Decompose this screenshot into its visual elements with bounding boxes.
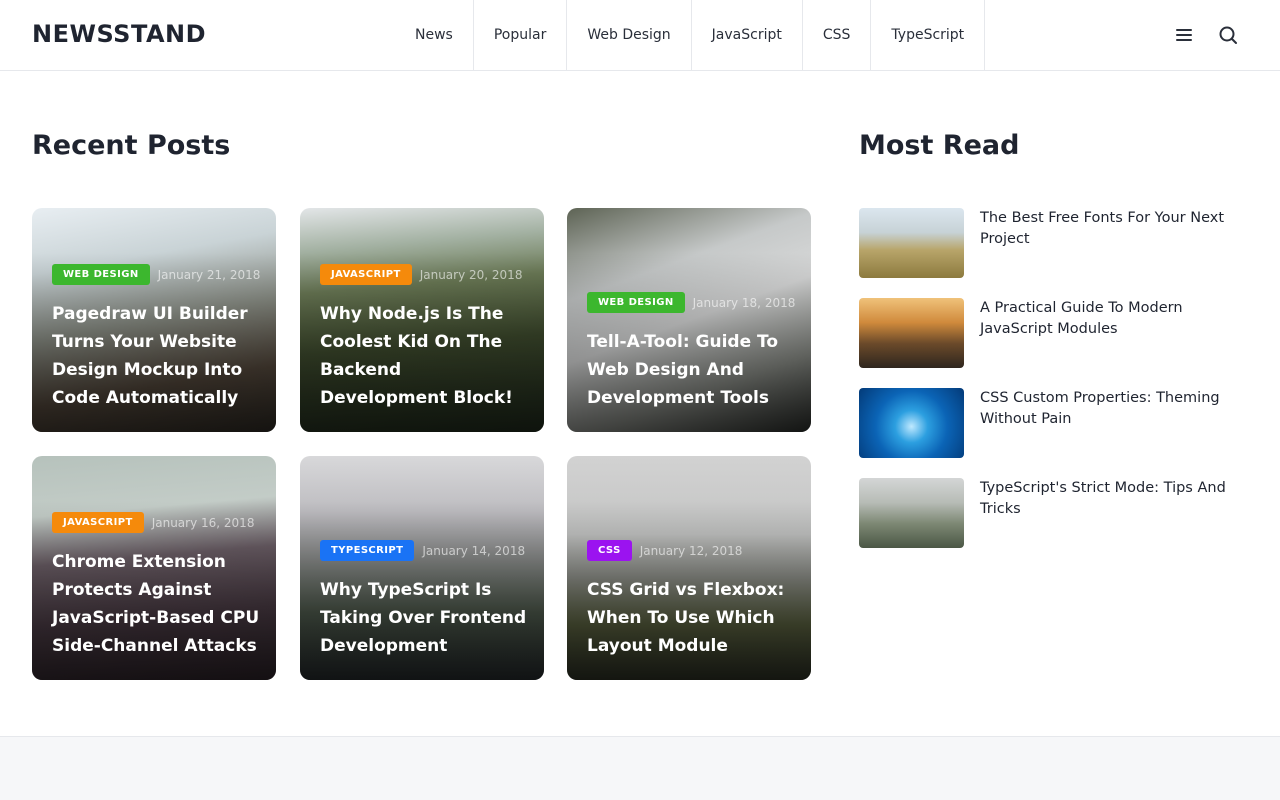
nav-item-news[interactable]: News [395, 0, 474, 70]
category-badge[interactable]: WEB DESIGN [52, 264, 150, 285]
card-meta: JAVASCRIPT January 20, 2018 [320, 264, 522, 285]
post-card[interactable]: JAVASCRIPT January 16, 2018 Chrome Exten… [32, 456, 276, 680]
post-title[interactable]: CSS Grid vs Flexbox: When To Use Which L… [587, 576, 797, 660]
nav-item-typescript[interactable]: TypeScript [871, 0, 986, 70]
post-thumbnail[interactable] [859, 478, 964, 548]
post-thumbnail[interactable] [859, 388, 964, 458]
post-card[interactable]: CSS January 12, 2018 CSS Grid vs Flexbox… [567, 456, 811, 680]
most-read-title[interactable]: TypeScript's Strict Mode: Tips And Trick… [980, 478, 1230, 520]
hamburger-menu-icon[interactable] [1173, 24, 1195, 46]
nav-item-popular[interactable]: Popular [474, 0, 568, 70]
card-meta: JAVASCRIPT January 16, 2018 [52, 512, 254, 533]
post-date: January 12, 2018 [639, 543, 743, 558]
category-badge[interactable]: TYPESCRIPT [320, 540, 415, 561]
post-card[interactable]: WEB DESIGN January 21, 2018 Pagedraw UI … [32, 208, 276, 432]
post-title[interactable]: Chrome Extension Protects Against JavaSc… [52, 548, 262, 660]
post-card[interactable]: TYPESCRIPT January 14, 2018 Why TypeScri… [300, 456, 544, 680]
site-header: NEWSSTAND News Popular Web Design JavaSc… [0, 0, 1280, 71]
nav-item-javascript[interactable]: JavaScript [692, 0, 803, 70]
category-badge[interactable]: JAVASCRIPT [320, 264, 412, 285]
nav-item-web-design[interactable]: Web Design [567, 0, 692, 70]
post-thumbnail[interactable] [859, 208, 964, 278]
category-badge[interactable]: CSS [587, 540, 632, 561]
main-nav: News Popular Web Design JavaScript CSS T… [395, 0, 986, 70]
post-date: January 14, 2018 [422, 543, 526, 558]
most-read-title[interactable]: A Practical Guide To Modern JavaScript M… [980, 298, 1230, 340]
most-read-item[interactable]: The Best Free Fonts For Your Next Projec… [859, 208, 1239, 278]
post-date: January 21, 2018 [157, 267, 261, 282]
most-read-item[interactable]: CSS Custom Properties: Theming Without P… [859, 388, 1239, 458]
search-icon[interactable] [1217, 24, 1239, 46]
post-date: January 16, 2018 [151, 515, 255, 530]
nav-item-css[interactable]: CSS [803, 0, 872, 70]
card-meta: WEB DESIGN January 18, 2018 [587, 292, 795, 313]
most-read-title[interactable]: The Best Free Fonts For Your Next Projec… [980, 208, 1230, 250]
post-date: January 20, 2018 [419, 267, 523, 282]
most-read-item[interactable]: TypeScript's Strict Mode: Tips And Trick… [859, 478, 1239, 548]
post-thumbnail[interactable] [859, 298, 964, 368]
post-card[interactable]: JAVASCRIPT January 20, 2018 Why Node.js … [300, 208, 544, 432]
post-title[interactable]: Why Node.js Is The Coolest Kid On The Ba… [320, 300, 530, 412]
category-badge[interactable]: JAVASCRIPT [52, 512, 144, 533]
post-title[interactable]: Why TypeScript Is Taking Over Frontend D… [320, 576, 530, 660]
category-badge[interactable]: WEB DESIGN [587, 292, 685, 313]
post-date: January 18, 2018 [692, 295, 796, 310]
card-meta: WEB DESIGN January 21, 2018 [52, 264, 260, 285]
site-logo[interactable]: NEWSSTAND [32, 20, 206, 48]
most-read-title[interactable]: CSS Custom Properties: Theming Without P… [980, 388, 1230, 430]
most-read-item[interactable]: A Practical Guide To Modern JavaScript M… [859, 298, 1239, 368]
post-title[interactable]: Pagedraw UI Builder Turns Your Website D… [52, 300, 262, 412]
card-meta: CSS January 12, 2018 [587, 540, 742, 561]
card-meta: TYPESCRIPT January 14, 2018 [320, 540, 525, 561]
recent-posts-heading: Recent Posts [32, 130, 231, 161]
site-footer [0, 736, 1280, 800]
most-read-heading: Most Read [859, 130, 1020, 161]
post-card[interactable]: WEB DESIGN January 18, 2018 Tell-A-Tool:… [567, 208, 811, 432]
post-title[interactable]: Tell-A-Tool: Guide To Web Design And Dev… [587, 328, 797, 412]
